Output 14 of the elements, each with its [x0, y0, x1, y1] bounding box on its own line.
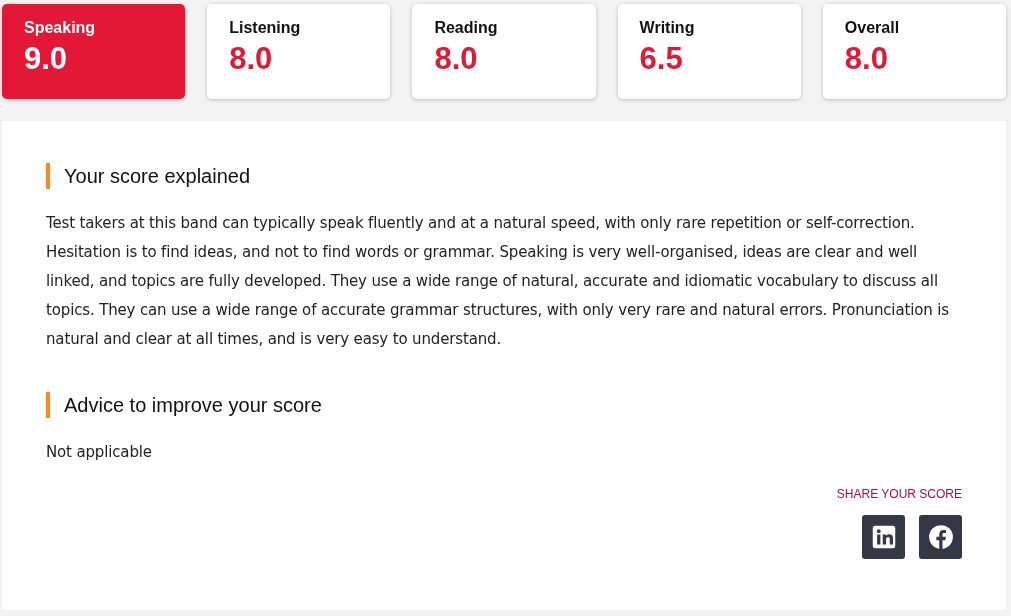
- section-heading: Your score explained: [64, 164, 251, 188]
- section-text: Test takers at this band can typically speak fluently and at a natural speed, with only rare repetition or self-correction. Hesitation is to find ideas, and not to find words or grammar. Speaking is very well-organised, ideas are clear and well linked, and topics are fully developed. They use a wide range of natural, accurate and idiomatic vocabulary to discuss all topics. They can use a wide range of accurate grammar structures, with only very rare and natural errors. Pronunciation is natural and clear at all times, and is very easy to understand.: [46, 213, 950, 350]
- score-tab[interactable]: Overall 8.0: [822, 4, 1006, 99]
- section-heading: Advice to improve your score: [64, 393, 322, 417]
- section-text: Not applicable: [46, 442, 153, 463]
- linkedin-share-button[interactable]: [862, 515, 905, 559]
- score-tab[interactable]: Reading 8.0: [412, 4, 596, 99]
- score-tab[interactable]: Listening 8.0: [207, 4, 391, 99]
- facebook-share-button[interactable]: [919, 515, 962, 559]
- score-tab[interactable]: Speaking 9.0: [2, 4, 186, 99]
- share-label: SHARE YOUR SCORE: [836, 487, 962, 501]
- heading-accent-bar: [46, 392, 50, 418]
- heading-accent-bar: [46, 163, 50, 189]
- score-tab[interactable]: Writing 6.5: [617, 4, 801, 99]
